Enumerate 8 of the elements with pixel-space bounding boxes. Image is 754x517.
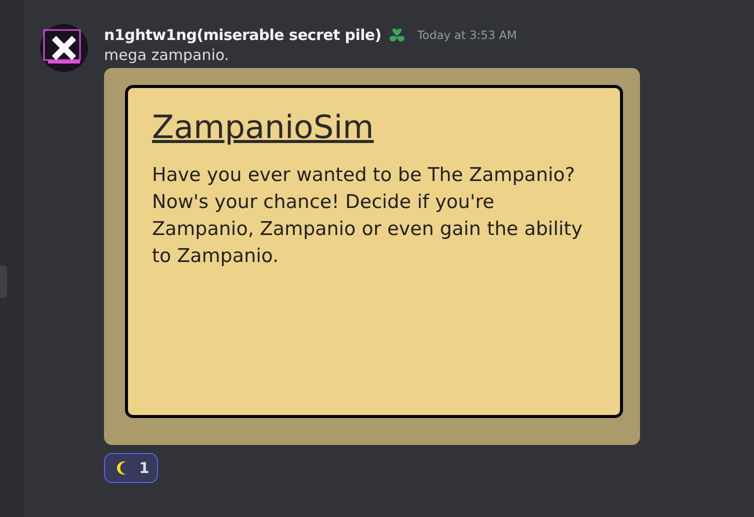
- reaction-button[interactable]: 1: [104, 453, 158, 483]
- username[interactable]: n1ghtw1ng(miserable secret pile): [104, 26, 382, 44]
- message-text: mega zampanio.: [104, 46, 230, 64]
- timestamp: Today at 3:53 AM: [417, 28, 517, 42]
- embed-title[interactable]: ZampanioSim: [152, 108, 596, 146]
- flower-icon: [387, 26, 408, 44]
- embed-description: Have you ever wanted to be The Zampanio? Now's your chance! Decide if you're Zampanio, Zampanio or even gain the ability to Zampanio.: [152, 163, 584, 269]
- avatar-icon[interactable]: [40, 24, 88, 72]
